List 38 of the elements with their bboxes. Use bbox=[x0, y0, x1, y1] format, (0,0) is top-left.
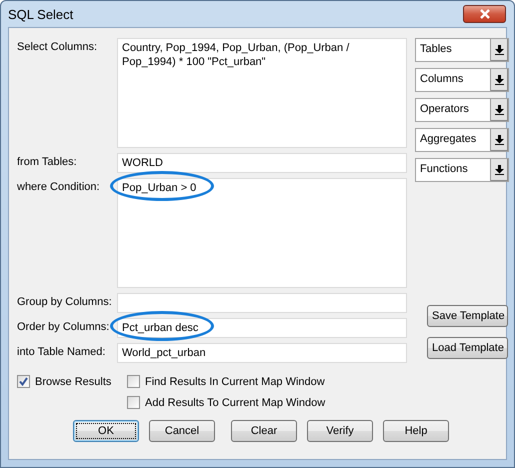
dialog-button[interactable]: Verify bbox=[307, 420, 373, 442]
input-field[interactable] bbox=[117, 293, 407, 313]
input-field[interactable]: Pct_urban desc bbox=[117, 318, 407, 338]
dialog-button[interactable]: Cancel bbox=[149, 420, 215, 442]
field-label: Select Columns: bbox=[17, 40, 98, 55]
dialog-button[interactable]: OK bbox=[73, 420, 139, 442]
field-label: from Tables: bbox=[17, 155, 78, 170]
input-field[interactable]: World_pct_urban bbox=[117, 343, 407, 363]
checkbox-label: Browse Results bbox=[35, 376, 112, 388]
picker-dropdown[interactable]: Operators bbox=[415, 98, 509, 122]
text-area[interactable]: Pop_Urban > 0 bbox=[117, 178, 407, 288]
window-title: SQL Select bbox=[8, 6, 74, 22]
download-arrow-icon bbox=[495, 135, 504, 145]
field-label: Group by Columns: bbox=[17, 295, 109, 310]
checkbox[interactable] bbox=[17, 375, 30, 388]
download-arrow-icon bbox=[495, 45, 504, 55]
download-arrow-icon bbox=[495, 75, 504, 85]
download-arrow-icon bbox=[495, 165, 504, 175]
picker-dropdown[interactable]: Columns bbox=[415, 68, 509, 92]
text-area[interactable]: Country, Pop_1994, Pop_Urban, (Pop_Urban / Pop_1994) * 100 "Pct_urban" bbox=[117, 38, 407, 148]
download-arrow-icon bbox=[495, 105, 504, 115]
close-button[interactable] bbox=[463, 5, 506, 23]
dialog-button[interactable]: Help bbox=[383, 420, 449, 442]
picker-dropdown[interactable]: Tables bbox=[415, 38, 509, 62]
field-label: Order by Columns: bbox=[17, 320, 109, 335]
field-label: where Condition: bbox=[17, 180, 101, 195]
checkbox-label: Find Results In Current Map Window bbox=[145, 376, 325, 388]
picker-dropdown[interactable]: Functions bbox=[415, 158, 509, 182]
checkbox[interactable] bbox=[127, 396, 140, 409]
checkbox-label: Add Results To Current Map Window bbox=[145, 396, 326, 408]
template-button[interactable]: Load Template bbox=[427, 337, 508, 359]
template-button[interactable]: Save Template bbox=[427, 305, 508, 327]
dialog-button[interactable]: Clear bbox=[231, 420, 297, 442]
close-icon bbox=[478, 9, 490, 19]
picker-dropdown[interactable]: Aggregates bbox=[415, 128, 509, 152]
field-label: into Table Named: bbox=[17, 345, 106, 360]
input-field[interactable]: WORLD bbox=[117, 153, 407, 173]
checkbox[interactable] bbox=[127, 375, 140, 388]
